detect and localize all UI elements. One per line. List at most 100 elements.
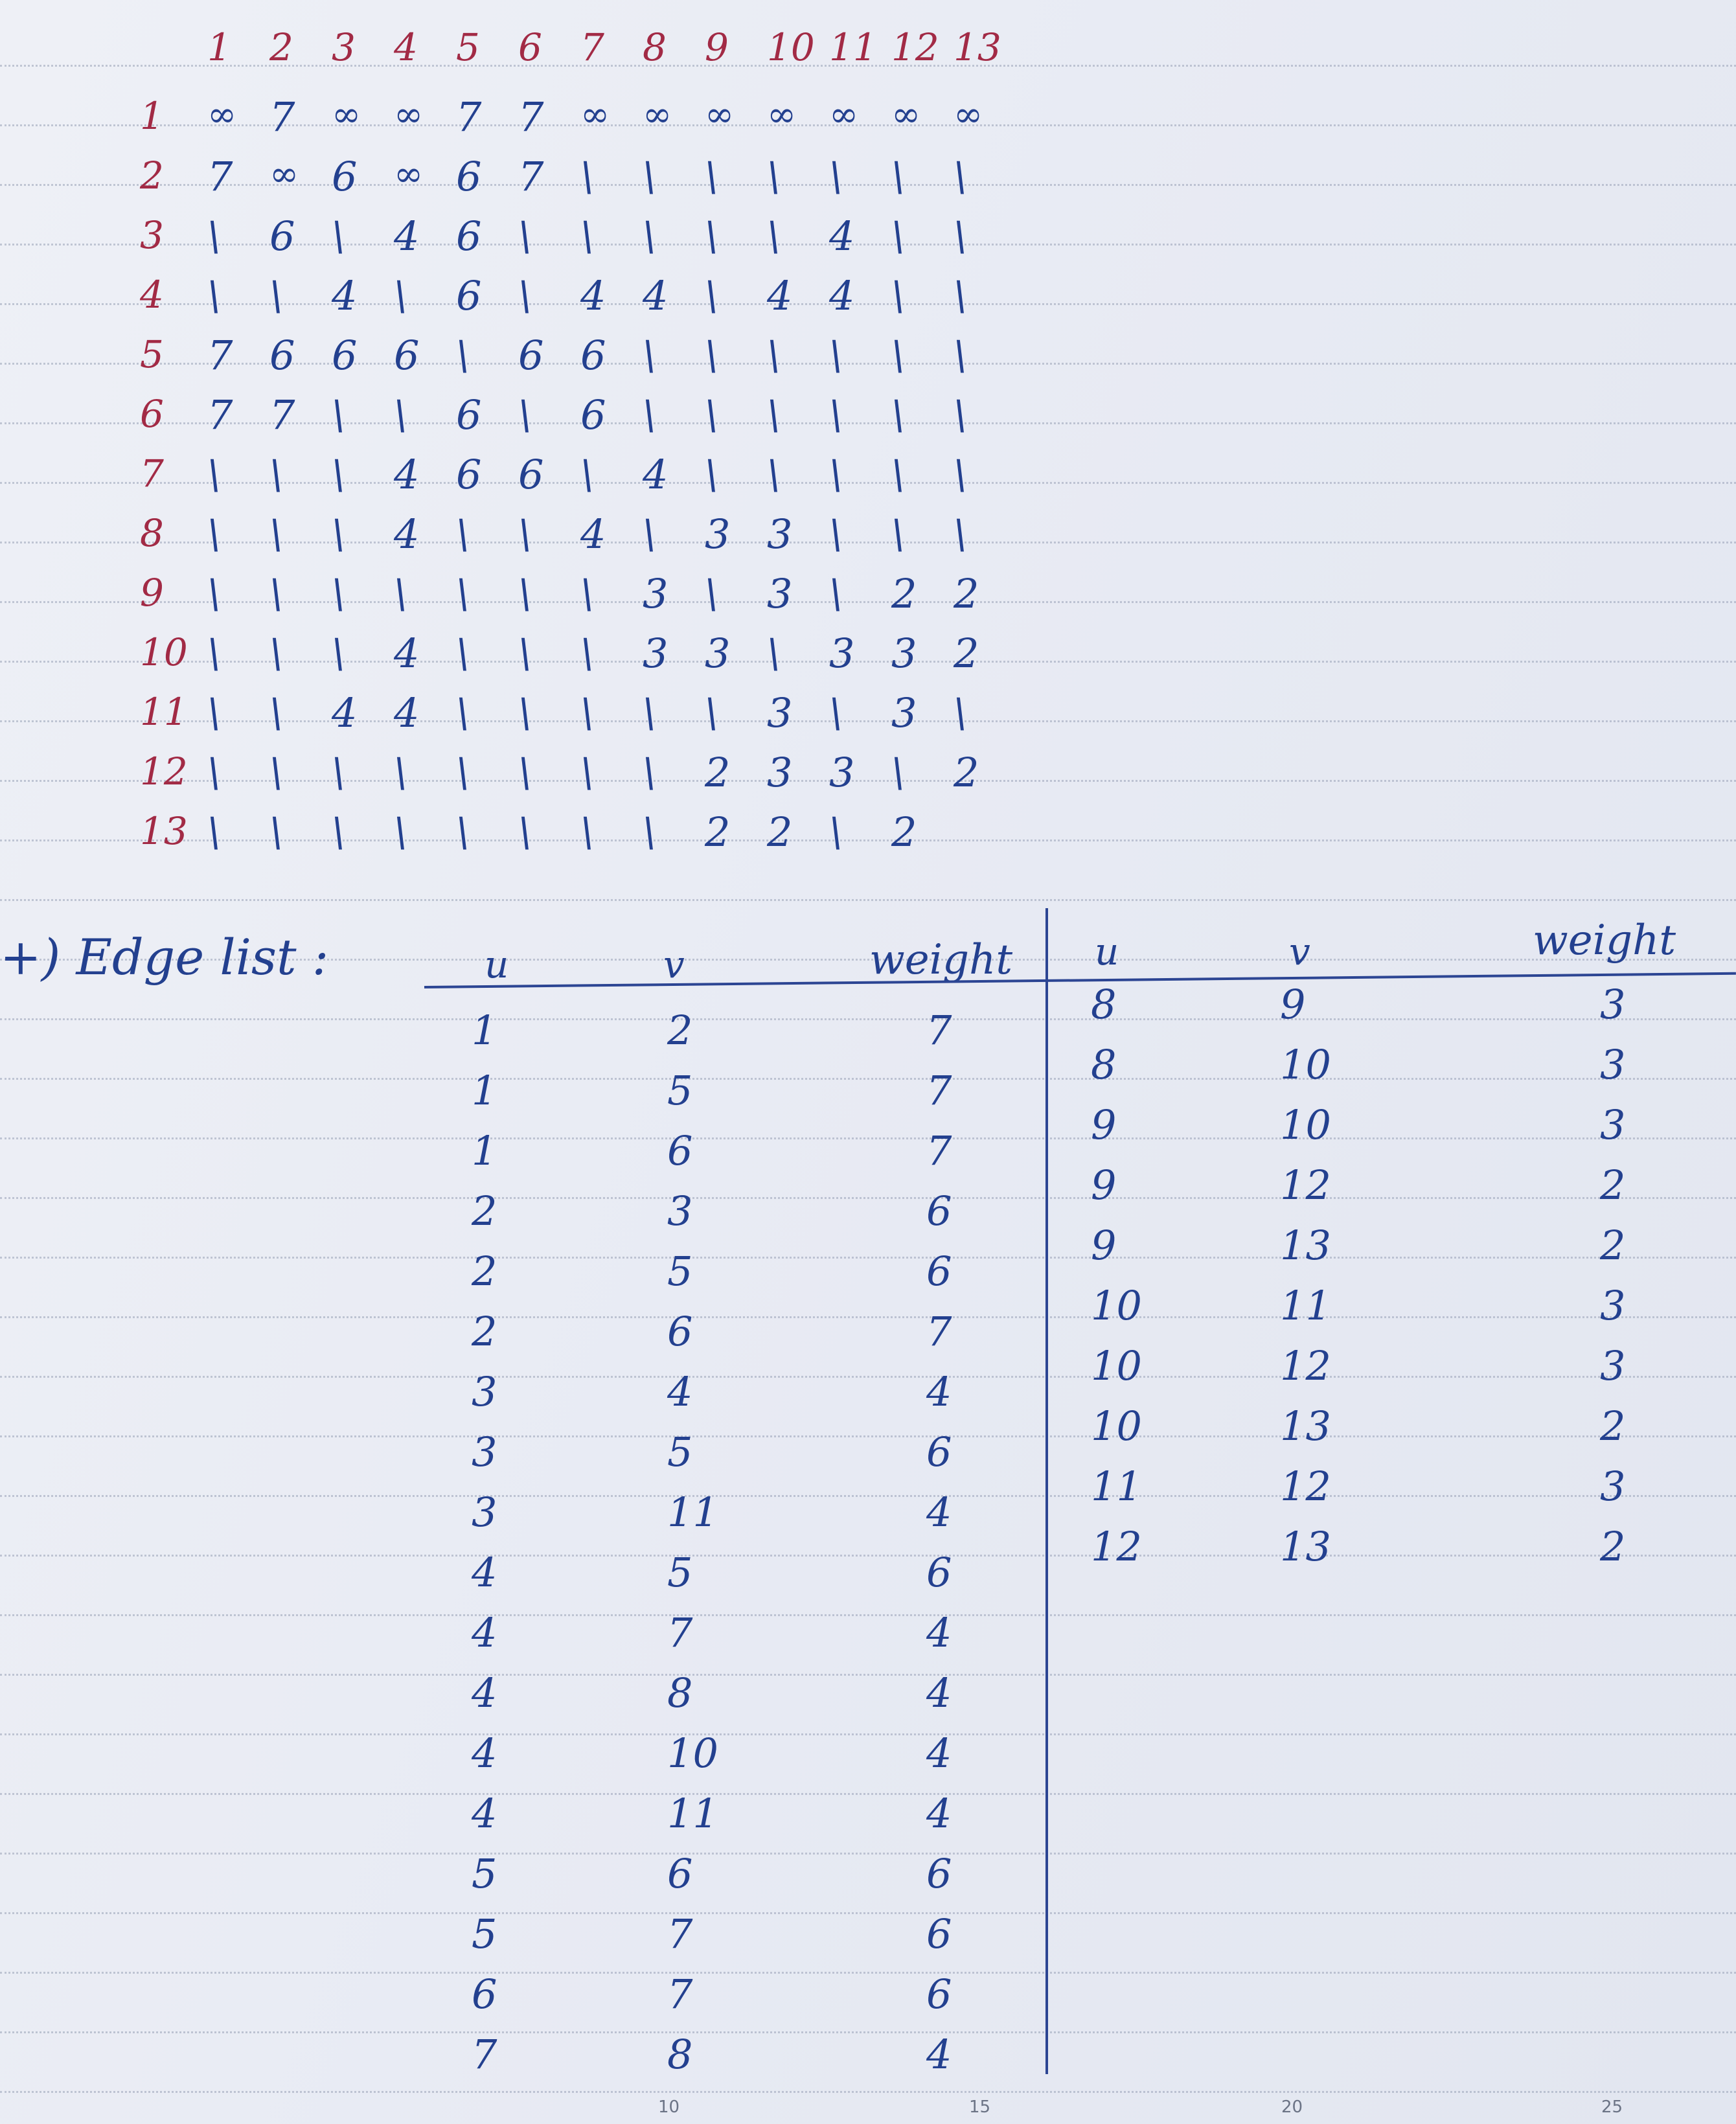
ruled-line [0,661,1736,663]
matrix-cell: 4 [332,689,358,737]
matrix-cell: \ [705,689,718,737]
ruled-line [0,1793,1736,1795]
edge-v: 11 [1280,1282,1331,1329]
matrix-cell: 6 [332,332,358,379]
header-v-left: v [663,942,685,987]
edge-v: 12 [1280,1463,1331,1510]
matrix-cell: 6 [269,212,295,260]
matrix-cell: \ [207,808,221,856]
matrix-cell: \ [580,749,594,796]
header-u-left: u [485,942,509,987]
edge-v: 6 [667,1308,693,1355]
notebook-page: 1 2 3 4 5 6 7 8 9 10 11 12 13 1 ∞ 7 ∞ ∞ 7 7 ∞ ∞ ∞ ∞ ∞ ∞ ∞ 2 7 ∞ 6 ∞ 6 7 \… [0,0,1736,2124]
matrix-cell: \ [891,510,905,558]
matrix-cell-infinity: ∞ [954,94,983,135]
matrix-cell: \ [954,153,967,200]
matrix-cell: \ [767,630,781,677]
matrix-cell: \ [580,808,594,856]
edge-u: 3 [472,1368,497,1415]
matrix-header-cell: 7 [580,25,604,69]
matrix-cell: \ [954,689,967,737]
ruled-line [0,1257,1736,1259]
matrix-cell: \ [643,808,656,856]
matrix-cell: 2 [891,808,917,856]
edge-v: 7 [667,1970,693,2018]
matrix-cell: \ [705,391,718,439]
edge-v: 12 [1280,1161,1331,1209]
matrix-cell: \ [456,332,470,379]
edge-v: 4 [667,1368,693,1415]
ruler-tick-label: 20 [1281,2097,1303,2117]
edge-weight: 6 [926,1549,952,1596]
matrix-cell: \ [269,510,283,558]
matrix-cell-infinity: ∞ [705,94,734,135]
matrix-cell: \ [891,451,905,498]
ruled-line [0,1435,1736,1437]
matrix-cell: \ [207,451,221,498]
ruled-line [0,1078,1736,1080]
edge-v: 7 [667,1910,693,1958]
ruled-line [0,1733,1736,1735]
matrix-cell-infinity: ∞ [643,94,672,135]
matrix-cell: \ [705,212,718,260]
matrix-row-label: 7 [140,451,164,496]
matrix-cell: \ [643,510,656,558]
matrix-cell: \ [954,451,967,498]
matrix-cell: \ [269,689,283,737]
matrix-cell: 7 [207,391,233,439]
edge-weight: 6 [926,1248,952,1295]
matrix-cell: 4 [767,272,793,319]
matrix-header-cell: 8 [643,25,667,69]
matrix-cell: \ [891,332,905,379]
matrix-cell: \ [518,808,532,856]
matrix-cell: \ [332,630,345,677]
matrix-cell: 6 [269,332,295,379]
matrix-cell: 6 [580,332,606,379]
matrix-header-cell: 5 [456,25,480,69]
ruled-line [0,184,1736,186]
matrix-cell: 3 [891,689,917,737]
matrix-cell: \ [207,510,221,558]
edge-u: 5 [472,1850,497,1897]
edge-v: 10 [1280,1101,1331,1148]
matrix-cell: 2 [891,570,917,617]
matrix-cell: 4 [332,272,358,319]
matrix-cell: \ [767,332,781,379]
matrix-cell: \ [643,391,656,439]
ruler-tick-label: 10 [658,2097,680,2117]
edge-weight: 7 [926,1308,952,1355]
matrix-cell: \ [269,570,283,617]
header-v-right: v [1289,930,1310,974]
matrix-cell: 6 [456,451,482,498]
edge-v: 2 [667,1007,693,1054]
matrix-cell: 4 [580,272,606,319]
matrix-cell: \ [456,510,470,558]
matrix-cell: \ [705,570,718,617]
matrix-cell: \ [332,570,345,617]
matrix-row-label: 10 [140,630,188,674]
matrix-cell: \ [394,391,407,439]
matrix-cell: \ [705,332,718,379]
edge-weight: 2 [1600,1523,1626,1570]
matrix-cell: \ [332,510,345,558]
edge-v: 8 [667,2031,693,2078]
matrix-cell: \ [954,332,967,379]
ruled-line [0,2031,1736,2033]
matrix-cell: 3 [891,630,917,677]
matrix-cell: 4 [580,510,606,558]
matrix-cell: \ [207,272,221,319]
matrix-cell: 6 [580,391,606,439]
edge-weight: 6 [926,1910,952,1958]
edge-v: 11 [667,1790,718,1837]
edge-weight: 4 [926,1790,952,1837]
matrix-cell: 3 [767,570,793,617]
matrix-cell: \ [394,808,407,856]
matrix-cell: \ [332,212,345,260]
edge-u: 9 [1091,1222,1117,1269]
matrix-header-cell: 13 [954,25,1001,69]
matrix-cell: 3 [767,510,793,558]
matrix-cell: 3 [643,630,668,677]
matrix-cell: 6 [456,272,482,319]
ruler-tick-label: 15 [969,2097,991,2117]
matrix-header-cell: 11 [829,25,877,69]
